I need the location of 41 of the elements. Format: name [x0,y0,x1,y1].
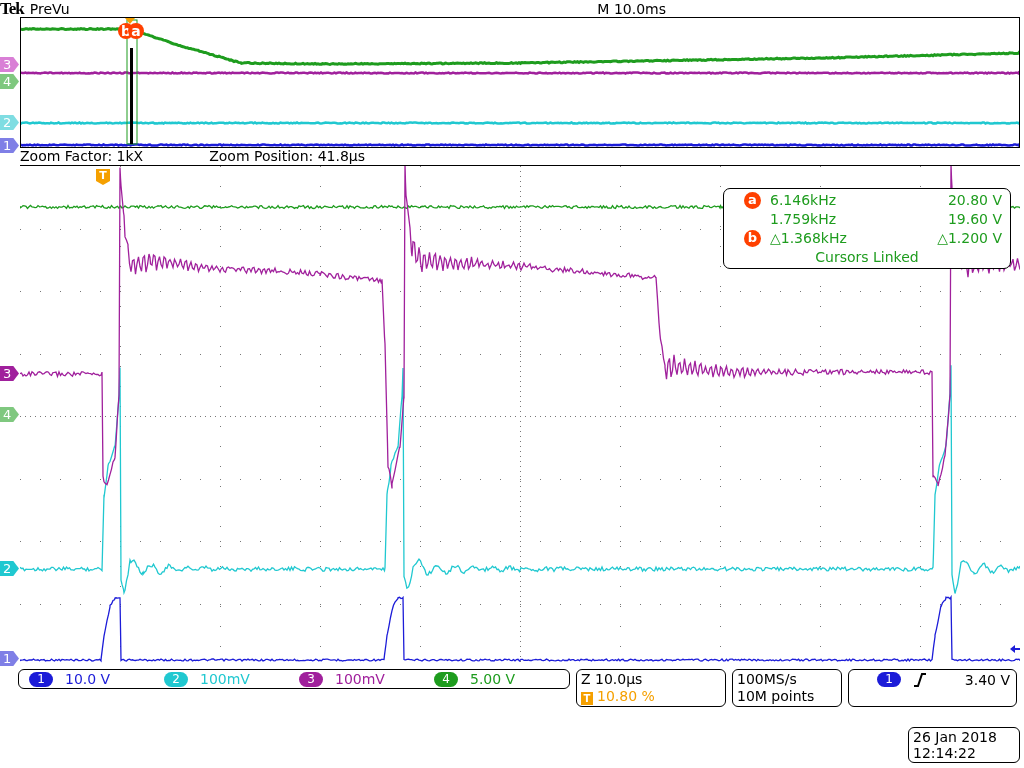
zoom-position-label: Zoom Position: 41.8µs [209,148,366,165]
channel-marker[interactable]: 1 [0,138,19,153]
frequency-readout: △1.368kHz [770,229,847,248]
channel-marker[interactable]: 3 [0,366,19,381]
timebase-readout: M 10.0ms [597,1,666,17]
channel-marker[interactable]: 1 [0,651,19,666]
voltage-readout: △1.200 V [937,229,1002,248]
channel-badge[interactable]: 3 [299,671,323,687]
zoom-scale: Z 10.0µs [581,671,644,688]
frequency-readout: 6.146kHz [770,191,837,210]
cursor-status: Cursors Linked [814,248,920,267]
channel-marker[interactable]: 2 [0,561,19,576]
channel-badge[interactable]: 4 [434,671,458,687]
trigger-source-badge[interactable]: 1 [877,672,901,687]
channel-badge[interactable]: 1 [29,671,53,687]
trigger-position: 10.80 % [597,688,655,704]
date-text: 26 Jan 2018 [913,729,998,745]
arrow-left-icon [1010,644,1020,654]
voltage-readout: 20.80 V [947,191,1002,210]
channel-marker[interactable]: 4 [0,407,19,422]
trigger-level: 3.40 V [964,672,1010,688]
sample-rate: 100MS/s [737,671,798,688]
zoom-factor-label: Zoom Factor: 1kX [20,148,144,165]
cursor-badge: b [744,230,761,247]
channel-scale: 100mV [200,671,250,687]
channel-scale: 100mV [335,671,385,687]
cursor-badge: a [128,23,144,39]
trigger-position-badge: T [581,692,593,705]
channel-scale: 5.00 V [470,671,516,687]
record-length: 10M points [737,688,816,705]
time-text: 12:14:22 [913,745,977,761]
channel-badge[interactable]: 2 [164,671,188,687]
channel-scale: 10.0 V [65,671,111,687]
channel-marker[interactable]: 3 [0,57,19,72]
trigger-marker[interactable]: T [96,169,110,185]
brand-logo: Tek [0,1,24,17]
cursor-badge: a [744,192,761,209]
channel-marker[interactable]: 4 [0,74,19,89]
voltage-readout: 19.60 V [947,210,1002,229]
frequency-readout: 1.759kHz [770,210,837,229]
mode-label: PreVu [29,1,70,17]
